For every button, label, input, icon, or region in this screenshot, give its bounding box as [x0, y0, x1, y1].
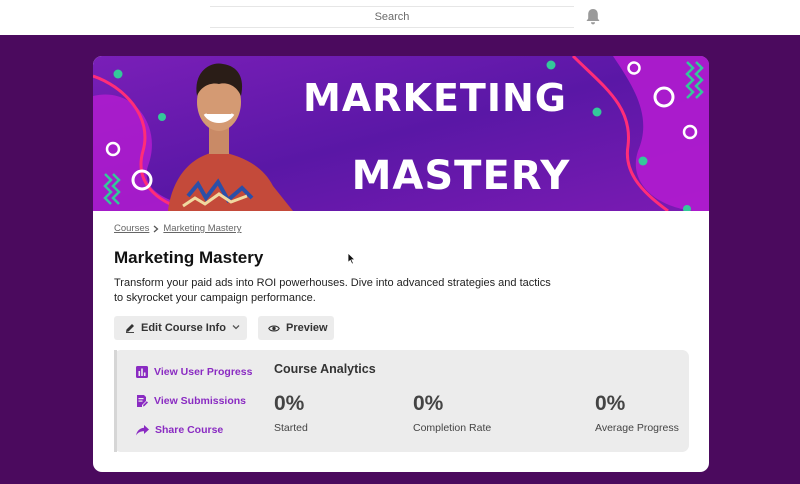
analytics-panel: View User Progress View Submissions Shar…: [114, 350, 689, 452]
banner-title-line1: MARKETING: [303, 76, 567, 120]
mouse-cursor-icon: [347, 252, 356, 265]
completion-rate-value: 0%: [413, 392, 444, 415]
preview-label: Preview: [286, 322, 328, 334]
started-label: Started: [274, 422, 308, 434]
top-bar: [0, 0, 800, 35]
course-links: View User Progress View Submissions Shar…: [114, 350, 256, 452]
view-user-progress-label: View User Progress: [154, 366, 253, 378]
completion-rate-label: Completion Rate: [413, 422, 492, 434]
course-title: Marketing Mastery: [114, 248, 264, 267]
chevron-right-icon: [153, 225, 159, 232]
pencil-icon: [126, 324, 134, 333]
view-user-progress-link[interactable]: View User Progress: [136, 366, 252, 378]
banner-dot: [113, 69, 123, 79]
breadcrumb-courses-link[interactable]: Courses: [114, 223, 149, 234]
document-edit-icon: [137, 395, 148, 407]
search-input[interactable]: [210, 6, 574, 28]
view-submissions-link[interactable]: View Submissions: [136, 395, 246, 407]
banner-title-line2: MASTERY: [352, 153, 571, 199]
course-description: Transform your paid ads into ROI powerho…: [114, 277, 551, 304]
view-submissions-label: View Submissions: [154, 395, 247, 407]
edit-course-info-label: Edit Course Info: [141, 322, 226, 334]
breadcrumb: Courses Marketing Mastery: [114, 223, 242, 234]
started-value: 0%: [274, 392, 305, 415]
breadcrumb-current-link[interactable]: Marketing Mastery: [163, 223, 241, 234]
average-progress-value: 0%: [595, 392, 626, 415]
course-banner: MARKETING MASTERY: [93, 56, 709, 211]
average-progress-label: Average Progress: [595, 422, 679, 434]
share-course-label: Share Course: [155, 424, 224, 436]
preview-button[interactable]: Preview: [258, 316, 334, 340]
chevron-down-icon[interactable]: [232, 323, 240, 331]
eye-icon: [268, 324, 280, 332]
course-card: MARKETING MASTERY Courses Marketing Mast…: [93, 56, 709, 472]
share-icon: [136, 424, 149, 435]
bar-chart-icon: [136, 366, 148, 378]
edit-course-info-button[interactable]: Edit Course Info: [114, 316, 247, 340]
course-analytics-heading: Course Analytics: [274, 362, 376, 376]
notification-bell-icon[interactable]: [585, 8, 601, 26]
share-course-link[interactable]: Share Course: [136, 424, 223, 436]
